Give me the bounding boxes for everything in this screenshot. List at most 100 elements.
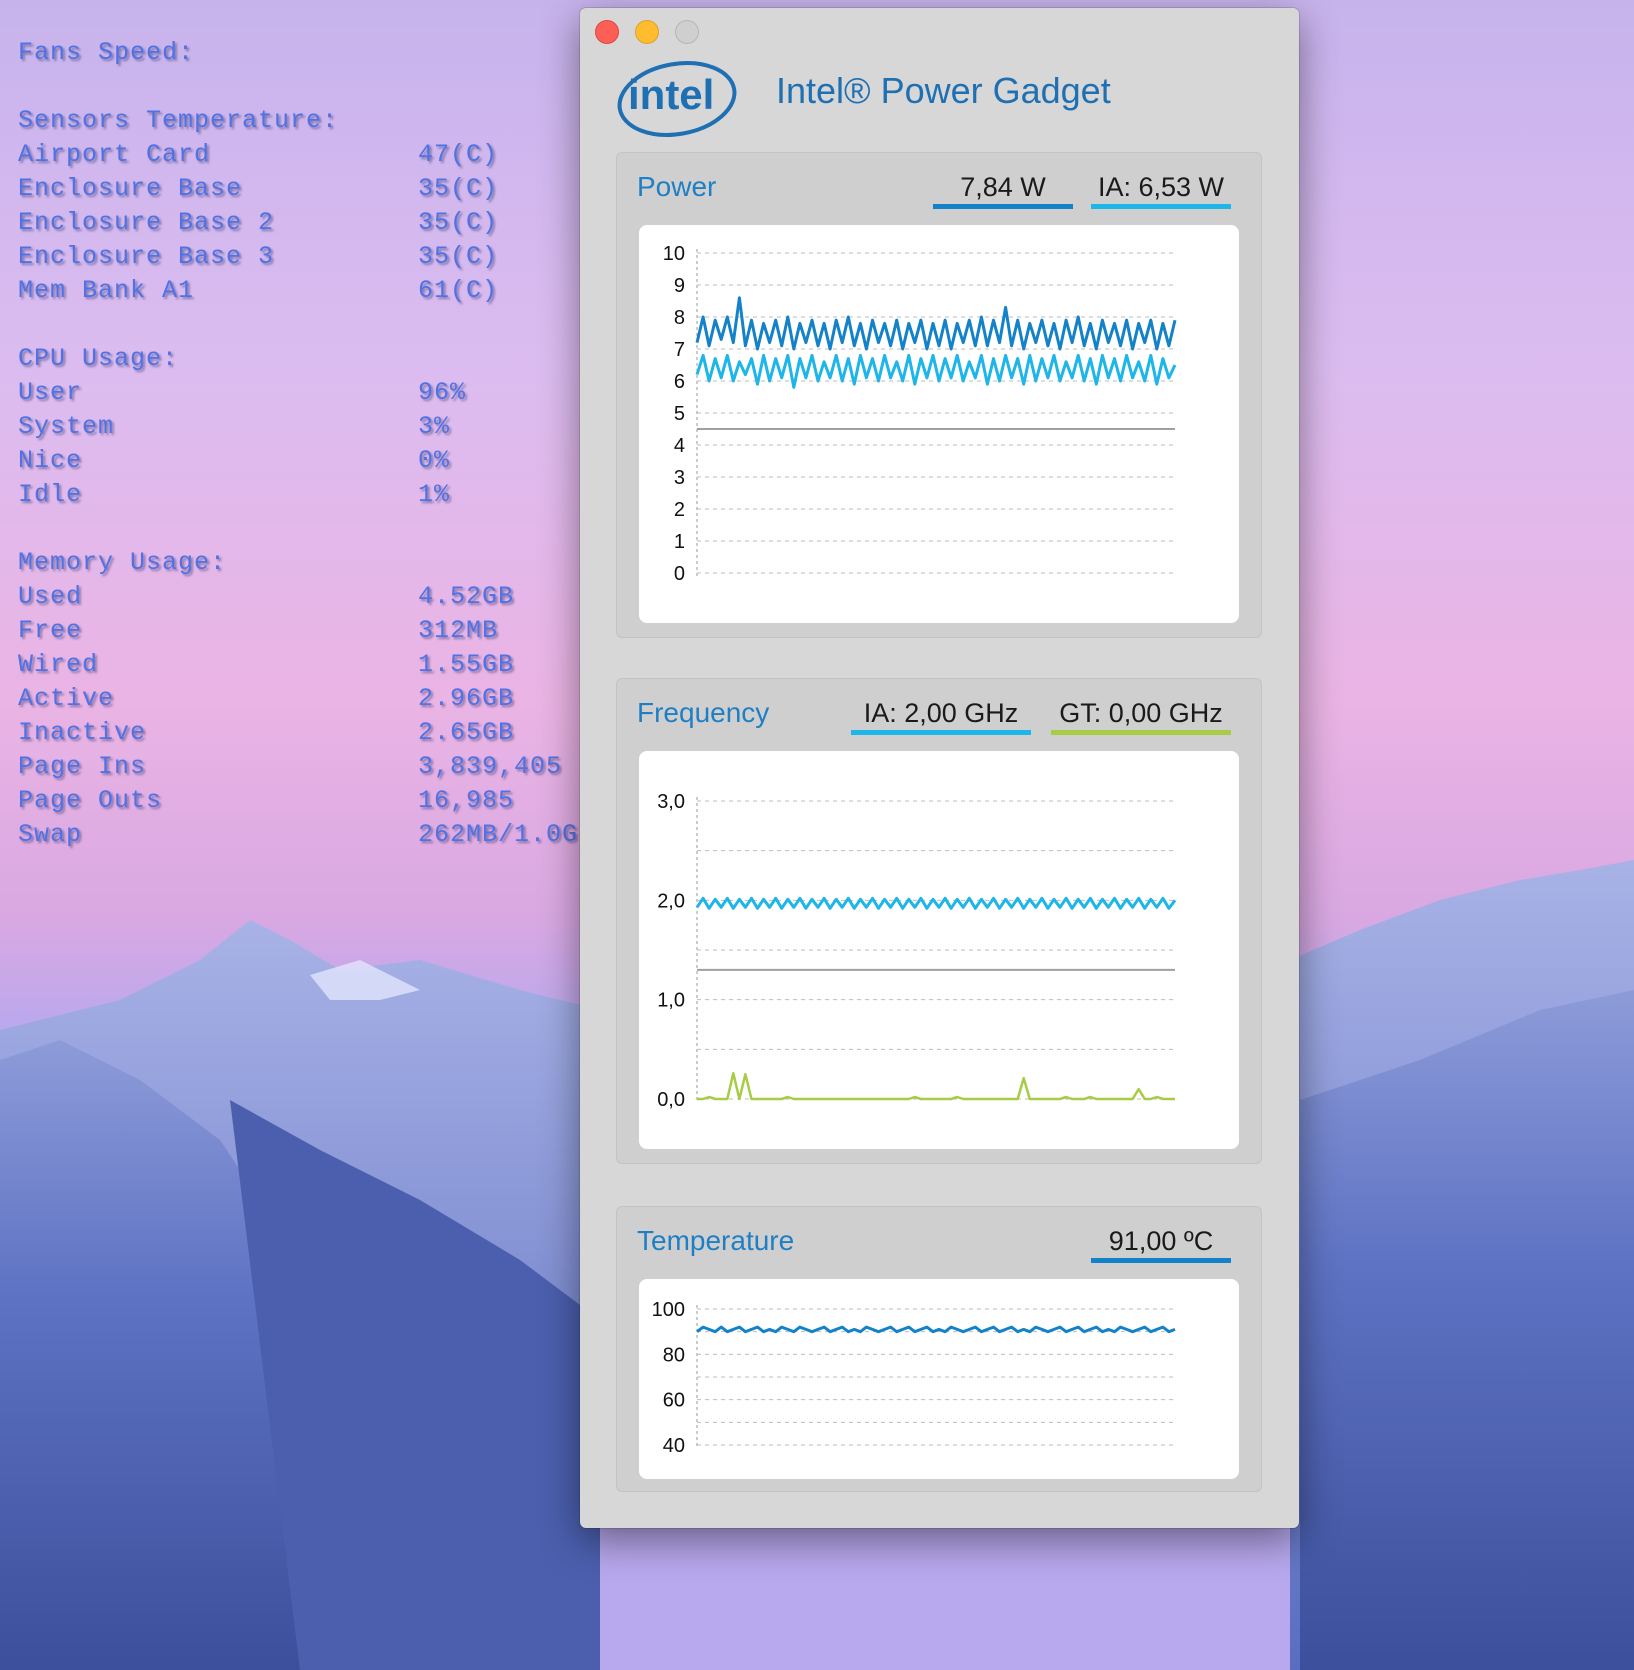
- memory-value: 2.96GB: [418, 684, 515, 713]
- sensor-value: 35(C): [418, 208, 499, 237]
- power-title: Power: [637, 171, 717, 202]
- y-tick-label: 4: [674, 435, 685, 457]
- memory-name: Used: [18, 582, 83, 611]
- y-tick-label: 40: [663, 1435, 685, 1457]
- series-line-1: [695, 353, 1177, 389]
- fans-speed-label: Fans Speed:: [18, 38, 195, 67]
- memory-row: Used 4.52GB: [18, 580, 578, 614]
- memory-row: Swap 262MB/1.0G: [18, 818, 578, 852]
- memory-value: 4.52GB: [418, 582, 515, 611]
- sensor-name: Enclosure Base 3: [18, 242, 275, 271]
- memory-name: Inactive: [18, 718, 147, 747]
- sensor-row: Airport Card 47(C): [18, 138, 578, 172]
- power-legend-ia: IA: 6,53 W: [1091, 167, 1231, 209]
- sensor-name: Enclosure Base 2: [18, 208, 275, 237]
- desktop-system-stats: Fans Speed: Sensors Temperature: Airport…: [18, 36, 578, 852]
- power-gadget-window: intel Intel® Power Gadget Power 7,84 W I…: [580, 8, 1299, 1528]
- sensor-value: 35(C): [418, 174, 499, 203]
- y-tick-label: 60: [663, 1390, 685, 1412]
- cpu-name: User: [18, 378, 83, 407]
- minimize-button[interactable]: [635, 20, 659, 44]
- sensor-row: Enclosure Base 35(C): [18, 172, 578, 206]
- sensor-value: 61(C): [418, 276, 499, 305]
- power-chart-svg: 0 1 2 3 4 5 6 7 8 9 10: [663, 243, 1177, 585]
- power-legend-total: 7,84 W: [933, 167, 1073, 209]
- cpu-name: Nice: [18, 446, 83, 475]
- cpu-row: User 96%: [18, 376, 578, 410]
- temperature-chart: 40 60 80 100: [639, 1279, 1239, 1479]
- zoom-button[interactable]: [675, 20, 699, 44]
- cpu-row: Idle 1%: [18, 478, 578, 512]
- cpu-row: System 3%: [18, 410, 578, 444]
- series-line-0: [695, 296, 1177, 351]
- sensor-name: Enclosure Base: [18, 174, 243, 203]
- cpu-name: Idle: [18, 480, 83, 509]
- frequency-title: Frequency: [637, 697, 770, 728]
- memory-name: Page Outs: [18, 786, 163, 815]
- memory-row: Page Ins 3,839,405: [18, 750, 578, 784]
- temperature-panel: Temperature 91,00 ºC 40 60 80 100: [616, 1206, 1262, 1492]
- memory-name: Page Ins: [18, 752, 147, 781]
- sensor-row: Enclosure Base 3 35(C): [18, 240, 578, 274]
- intel-logo: intel: [617, 61, 737, 137]
- y-tick-label: 8: [674, 307, 685, 329]
- memory-name: Wired: [18, 650, 99, 679]
- temperature-chart-svg: 40 60 80 100: [652, 1299, 1176, 1457]
- sensors-heading: Sensors Temperature:: [18, 106, 339, 135]
- cpu-value: 0%: [418, 446, 451, 475]
- memory-value: 312MB: [418, 616, 499, 645]
- y-tick-label: 2: [674, 499, 685, 521]
- frequency-panel: Frequency IA: 2,00 GHz GT: 0,00 GHz 0,0 1…: [616, 678, 1262, 1164]
- memory-name: Active: [18, 684, 115, 713]
- memory-value: 3,839,405: [418, 752, 563, 781]
- series-line-0: [696, 1325, 1176, 1334]
- y-tick-label: 80: [663, 1344, 685, 1366]
- temperature-title: Temperature: [637, 1225, 795, 1256]
- memory-name: Swap: [18, 820, 83, 849]
- cpu-value: 96%: [418, 378, 467, 407]
- y-tick-label: 100: [652, 1299, 685, 1321]
- frequency-legend-ia: IA: 2,00 GHz: [851, 693, 1031, 735]
- sensor-name: Mem Bank A1: [18, 276, 195, 305]
- cpu-value: 3%: [418, 412, 451, 441]
- y-tick-label: 1,0: [657, 990, 685, 1012]
- y-tick-label: 10: [663, 243, 685, 265]
- y-tick-label: 3,0: [657, 791, 685, 813]
- series-line-0: [695, 896, 1177, 910]
- sensor-value: 47(C): [418, 140, 499, 169]
- series-line-1: [697, 1071, 1175, 1101]
- cpu-value: 1%: [418, 480, 451, 509]
- cpu-row: Nice 0%: [18, 444, 578, 478]
- frequency-legend-gt: GT: 0,00 GHz: [1051, 693, 1231, 735]
- memory-row: Active 2.96GB: [18, 682, 578, 716]
- y-tick-label: 7: [674, 339, 685, 361]
- frequency-chart-svg: 0,0 1,0 2,0 3,0: [657, 791, 1177, 1111]
- close-button[interactable]: [595, 20, 619, 44]
- memory-value: 16,985: [418, 786, 515, 815]
- y-tick-label: 1: [674, 531, 685, 553]
- app-title: Intel® Power Gadget: [776, 70, 1111, 111]
- memory-row: Page Outs 16,985: [18, 784, 578, 818]
- sensor-row: Mem Bank A1 61(C): [18, 274, 578, 308]
- sensor-value: 35(C): [418, 242, 499, 271]
- y-tick-label: 2,0: [657, 890, 685, 912]
- memory-value: 1.55GB: [418, 650, 515, 679]
- memory-row: Free 312MB: [18, 614, 578, 648]
- temperature-legend: 91,00 ºC: [1091, 1221, 1231, 1263]
- frequency-chart: 0,0 1,0 2,0 3,0: [639, 751, 1239, 1149]
- sensor-name: Airport Card: [18, 140, 211, 169]
- y-tick-label: 6: [674, 371, 685, 393]
- y-tick-label: 5: [674, 403, 685, 425]
- y-tick-label: 9: [674, 275, 685, 297]
- cpu-name: System: [18, 412, 115, 441]
- memory-row: Inactive 2.65GB: [18, 716, 578, 750]
- power-panel: Power 7,84 W IA: 6,53 W 0 1 2 3 4 5 6 7 8 9 10: [616, 152, 1262, 638]
- memory-value: 262MB/1.0G: [417, 820, 578, 849]
- power-chart: 0 1 2 3 4 5 6 7 8 9 10: [639, 225, 1239, 623]
- memory-heading: Memory Usage:: [18, 548, 227, 577]
- memory-value: 2.65GB: [418, 718, 515, 747]
- y-tick-label: 0: [674, 563, 685, 585]
- cpu-heading: CPU Usage:: [18, 344, 179, 373]
- memory-name: Free: [18, 616, 83, 645]
- svg-text:intel: intel: [628, 71, 714, 118]
